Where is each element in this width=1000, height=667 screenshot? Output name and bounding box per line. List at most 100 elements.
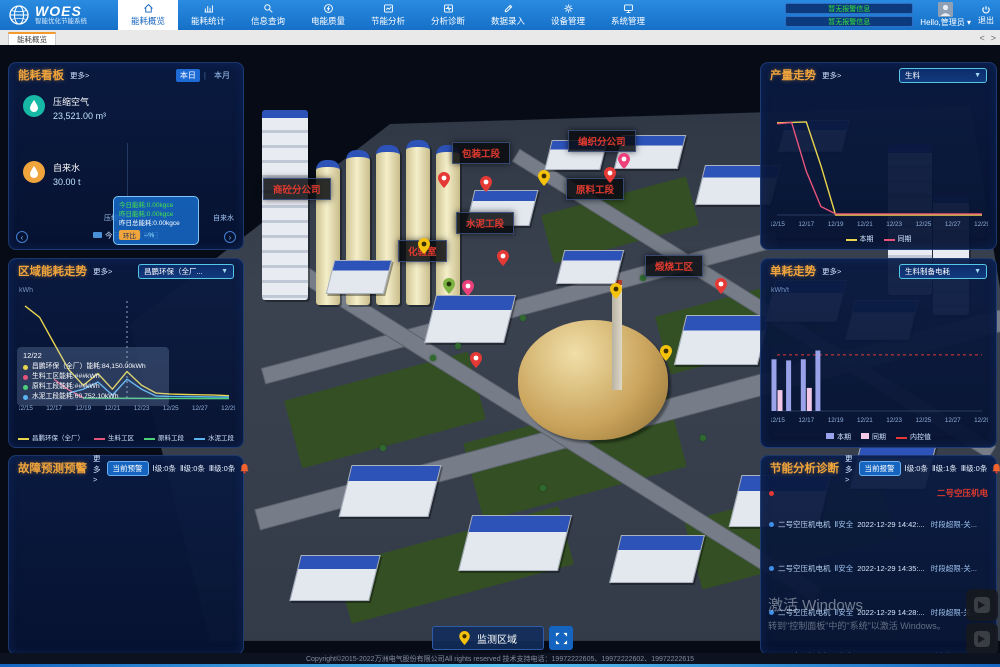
alarm-marquee-row[interactable]: 二号空压机电 (769, 484, 988, 502)
map-pin-yellow[interactable] (538, 170, 550, 186)
svg-text:12/21: 12/21 (105, 405, 121, 412)
production-selector-dropdown[interactable]: 生料 ▼ (899, 68, 987, 83)
tab-scroll-right[interactable]: > (991, 33, 996, 43)
metric-compressed-air[interactable]: 压缩空气 23,521.00 m³ (23, 95, 106, 121)
map-pin-red[interactable] (470, 352, 482, 368)
power-quality-icon (323, 3, 334, 14)
map-pin-red[interactable] (604, 167, 616, 183)
alarm-type: 时段超限-关... (931, 519, 977, 530)
logout-button[interactable]: 退出 (978, 5, 994, 26)
floating-tool-button-2[interactable] (966, 623, 998, 655)
more-link[interactable]: 更多> (93, 266, 112, 277)
nav-item-diagnosis[interactable]: 分析诊断 (418, 0, 478, 30)
toggle-today[interactable]: 本日 (176, 69, 200, 82)
nav-item-info-query[interactable]: 信息查询 (238, 0, 298, 30)
svg-text:12/19: 12/19 (828, 221, 844, 228)
metric-tap-water[interactable]: 自来水 30.00 t (23, 161, 81, 187)
map-label-cement-section[interactable]: 水泥工段 (456, 212, 514, 234)
map-pin-pink[interactable] (462, 280, 474, 296)
next-arrow-button[interactable]: › (224, 231, 236, 243)
toggle-month[interactable]: 本月 (210, 69, 234, 82)
tab-scroll-left[interactable]: < (979, 33, 984, 43)
current-warning-filter[interactable]: 当前预警 (107, 461, 149, 476)
nav-item-data-entry[interactable]: 数据录入 (478, 0, 538, 30)
monitor-area-label: 监测区域 (477, 631, 517, 646)
more-link[interactable]: 更多> (822, 70, 841, 81)
more-link[interactable]: 更多> (845, 453, 853, 484)
legend-swatch (194, 438, 205, 440)
map-pin-yellow[interactable] (660, 345, 672, 361)
alarm-level: Ⅱ安全 (835, 607, 854, 618)
unit-consumption-selector-dropdown[interactable]: 生料制备电耗 ▼ (899, 264, 987, 279)
map-pin-green[interactable] (443, 278, 455, 294)
dropdown-value: 昌鹏环保（全厂... (144, 266, 203, 277)
nav-item-energy-analysis[interactable]: 节能分析 (358, 0, 418, 30)
map-label-weaving-branch[interactable]: 编织分公司 (568, 130, 636, 152)
alarm-row[interactable]: 二号空压机电机 Ⅱ安全 2022-12-29 14:42:... 时段超限-关.… (769, 502, 988, 546)
map-label-packing-section[interactable]: 包装工段 (452, 142, 510, 164)
fullscreen-button[interactable] (549, 626, 573, 650)
map-pin-yellow[interactable] (418, 238, 430, 254)
svg-text:12/19: 12/19 (828, 417, 844, 424)
marquee-text: 二号空压机电 (937, 487, 988, 499)
map-pin-red[interactable] (438, 172, 450, 188)
production-chart: 12/1512/1712/1912/2112/2312/2512/2712/29 (771, 95, 988, 229)
svg-text:12/23: 12/23 (886, 221, 902, 228)
tab-energy-overview[interactable]: 能耗概览 (8, 32, 56, 45)
nav-item-system-mgmt[interactable]: 系统管理 (598, 0, 658, 30)
monitor-area-button[interactable]: 监测区域 (432, 626, 544, 650)
alarm-level: Ⅱ安全 (835, 519, 854, 530)
user-avatar[interactable] (938, 2, 953, 17)
alarm-bell-icon (239, 463, 250, 474)
nav-item-device-mgmt[interactable]: 设备管理 (538, 0, 598, 30)
alarm-dot (769, 566, 774, 571)
bar-chart-icon (203, 3, 214, 14)
map-pin-yellow[interactable] (610, 283, 622, 299)
nav-item-label: 设备管理 (551, 15, 585, 27)
series-dot (23, 365, 28, 370)
map-pin-pink[interactable] (618, 153, 630, 169)
current-alarm-filter[interactable]: 当前报警 (859, 461, 901, 476)
map-label-concrete-branch[interactable]: 商砼分公司 (263, 178, 331, 200)
person-icon (938, 2, 953, 17)
user-greeting[interactable]: Hello,管理员 ▾ (920, 17, 971, 28)
metric-name: 自来水 (53, 161, 81, 174)
prev-arrow-button[interactable]: ‹ (16, 231, 28, 243)
nav-item-energy-overview[interactable]: 能耗概览 (118, 0, 178, 30)
logout-label: 退出 (978, 15, 994, 26)
map-pin-red[interactable] (497, 250, 509, 266)
chevron-down-icon: ▼ (974, 268, 981, 275)
legend-label: 内控值 (910, 434, 931, 441)
alarm-row[interactable]: 二号空压机电机 Ⅱ安全 2022-12-29 14:35:... 时段超限-关.… (769, 546, 988, 590)
map-label-calcination-area[interactable]: 煅烧工区 (645, 255, 703, 277)
map-pin-red[interactable] (715, 278, 727, 294)
legend-label: 水泥工段 (208, 435, 234, 442)
nav-item-label: 系统管理 (611, 15, 645, 27)
panel-title: 节能分析诊断 (770, 460, 839, 476)
more-link[interactable]: 更多> (822, 266, 841, 277)
alarm-time: 2022-12-29 14:42:... (857, 520, 925, 529)
more-link[interactable]: 更多> (93, 453, 101, 484)
nav-item-label: 能耗概览 (131, 15, 165, 27)
tooltip-line: 今日能耗:0.00kgce (119, 201, 193, 210)
more-link[interactable]: 更多> (70, 70, 89, 81)
alarm-status-bar-2[interactable]: 暂无报警信息 (785, 16, 913, 27)
level-2-count: Ⅱ级:0条 (180, 463, 205, 474)
alarm-status-bar-1[interactable]: 暂无报警信息 (785, 3, 913, 14)
region-selector-dropdown[interactable]: 昌鹏环保（全厂... ▼ (138, 264, 234, 279)
panel-title: 能耗看板 (18, 67, 64, 83)
alarm-dot (769, 491, 774, 496)
map-pin-red[interactable] (480, 176, 492, 192)
svg-text:12/15: 12/15 (771, 221, 785, 228)
svg-text:12/15: 12/15 (771, 417, 785, 424)
svg-text:12/29: 12/29 (974, 221, 988, 228)
board-tooltip: 今日能耗:0.00kgce 昨日能耗:0.00kgce 昨日总能耗:0.00kg… (113, 196, 199, 245)
alarm-type: 时段超限-关... (931, 563, 977, 574)
nav-item-power-quality[interactable]: 电能质量 (298, 0, 358, 30)
home-icon (143, 3, 154, 14)
nav-item-energy-stats[interactable]: 能耗统计 (178, 0, 238, 30)
metric-unit: m³ (96, 111, 107, 121)
alarm-row[interactable]: 二号空压机电机 Ⅱ安全 2022-12-29 14:28:... 时段超限-关.… (769, 590, 988, 634)
svg-text:12/27: 12/27 (945, 417, 961, 424)
floating-tool-button-1[interactable] (966, 589, 998, 621)
